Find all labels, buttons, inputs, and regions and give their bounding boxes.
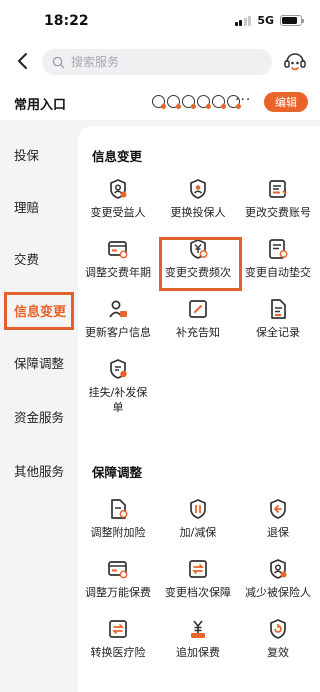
shield-cycle-icon <box>270 619 286 639</box>
shortcut-icon-list[interactable] <box>152 95 241 109</box>
service-label: 退保 <box>267 526 289 539</box>
shield-return-icon <box>270 499 286 519</box>
service-label: 变更自动垫交 <box>245 266 311 279</box>
swap-doc-icon <box>109 620 127 638</box>
document-icon <box>271 299 286 319</box>
service-content: 信息变更 变更受益人 更换投保人 更改交费账号 调整交费年期 变更交费频次 变更… <box>78 126 320 692</box>
service-change-auto-advance[interactable]: 变更自动垫交 <box>238 238 318 280</box>
service-change-coverage-tier[interactable]: 变更档次保障 <box>158 558 238 600</box>
signal-icon <box>234 15 252 26</box>
swap-doc-icon <box>189 560 207 578</box>
shortcut-icon[interactable] <box>167 95 181 109</box>
card-edit-icon <box>269 180 287 198</box>
service-label: 复效 <box>267 646 289 659</box>
sidebar-item-other-service[interactable]: 其他服务 <box>0 452 74 488</box>
service-change-beneficiary[interactable]: 变更受益人 <box>78 178 158 220</box>
service-change-policyholder[interactable]: 更换投保人 <box>158 178 238 220</box>
service-reduce-insured[interactable]: 减少被保险人 <box>238 558 318 600</box>
doc-lock-icon <box>110 359 127 379</box>
service-label: 补充告知 <box>176 326 220 339</box>
service-surrender[interactable]: 退保 <box>238 498 318 540</box>
edit-button[interactable]: 编辑 <box>264 92 308 112</box>
sidebar-item-claims[interactable]: 理赔 <box>0 188 74 224</box>
doc-cycle-icon <box>111 499 128 519</box>
service-preservation-records[interactable]: 保全记录 <box>238 298 318 340</box>
service-update-customer-info[interactable]: 更新客户信息 <box>78 298 158 340</box>
status-indicators: 5G <box>234 14 304 27</box>
service-label: 减少被保险人 <box>245 586 311 599</box>
status-time: 18:22 <box>44 13 89 29</box>
status-bar: 18:22 5G <box>0 0 320 40</box>
service-adjust-rider[interactable]: 调整附加险 <box>78 498 158 540</box>
shield-person-icon <box>190 179 206 199</box>
back-arrow-icon[interactable] <box>12 50 34 72</box>
service-label: 调整附加险 <box>90 526 146 539</box>
service-label: 调整交费年期 <box>85 266 151 279</box>
card-cycle-icon <box>108 241 128 259</box>
top-bar <box>0 40 320 84</box>
category-sidebar: 投保 理赔 交费 信息变更 保障调整 资金服务 其他服务 <box>0 126 74 692</box>
battery-icon <box>280 15 304 26</box>
service-change-payment-account[interactable]: 更改交费账号 <box>238 178 318 220</box>
service-reinstatement[interactable]: 复效 <box>238 618 318 660</box>
section-title-info-change: 信息变更 <box>92 149 143 164</box>
sidebar-item-coverage-adjust[interactable]: 保障调整 <box>0 344 74 380</box>
service-label: 变更档次保障 <box>165 586 231 599</box>
service-label: 加/减保 <box>179 526 217 539</box>
service-label: 更换投保人 <box>170 206 226 219</box>
network-type: 5G <box>257 14 274 27</box>
sidebar-item-info-change[interactable]: 信息变更 <box>0 292 74 328</box>
service-report-loss-reissue[interactable]: 挂失/补发保单 <box>78 358 158 415</box>
shortcut-icon[interactable] <box>152 95 166 109</box>
service-label: 变更交费频次 <box>165 266 231 279</box>
shortcut-icon[interactable] <box>182 95 196 109</box>
service-adjust-universal-premium[interactable]: 调整万能保费 <box>78 558 158 600</box>
shield-plus-icon <box>190 499 206 519</box>
service-label: 变更受益人 <box>90 206 146 219</box>
sidebar-item-insure[interactable]: 投保 <box>0 136 74 172</box>
search-icon <box>52 56 65 68</box>
sidebar-item-fund-service[interactable]: 资金服务 <box>0 398 74 434</box>
service-label: 保全记录 <box>256 326 300 339</box>
shortcut-title: 常用入口 <box>14 98 67 113</box>
service-convert-medical[interactable]: 转换医疗险 <box>78 618 158 660</box>
card-cycle-icon <box>108 561 128 579</box>
yen-cycle-icon <box>190 239 208 259</box>
search-input[interactable] <box>71 55 251 69</box>
service-increase-decrease[interactable]: 加/减保 <box>158 498 238 540</box>
more-icon[interactable]: ··· <box>235 92 251 108</box>
yen-plus-icon <box>191 620 205 638</box>
service-label: 更改交费账号 <box>245 206 311 219</box>
service-adjust-payment-term[interactable]: 调整交费年期 <box>78 238 158 280</box>
sidebar-item-payment[interactable]: 交费 <box>0 240 74 276</box>
service-label: 追加保费 <box>176 646 220 659</box>
service-label: 调整万能保费 <box>85 586 151 599</box>
service-additional-premium[interactable]: 追加保费 <box>158 618 238 660</box>
service-change-payment-frequency[interactable]: 变更交费频次 <box>158 238 238 280</box>
shortcut-icon[interactable] <box>197 95 211 109</box>
person-card-icon <box>109 300 127 318</box>
shield-person-icon <box>270 559 287 579</box>
pencil-box-icon <box>189 300 207 318</box>
service-supplementary-disclosure[interactable]: 补充告知 <box>158 298 238 340</box>
shortcut-bar: 常用入口 ··· 编辑 <box>0 84 320 120</box>
search-box[interactable] <box>42 49 272 75</box>
service-label: 挂失/补发保单 <box>88 386 148 414</box>
shortcut-icon[interactable] <box>212 95 226 109</box>
doc-cycle-icon <box>269 239 288 259</box>
section-title-coverage-adjust: 保障调整 <box>92 465 143 480</box>
service-label: 转换医疗险 <box>90 646 146 659</box>
robot-assistant-icon[interactable] <box>282 49 308 75</box>
shield-person-icon <box>110 179 127 199</box>
service-label: 更新客户信息 <box>85 326 151 339</box>
